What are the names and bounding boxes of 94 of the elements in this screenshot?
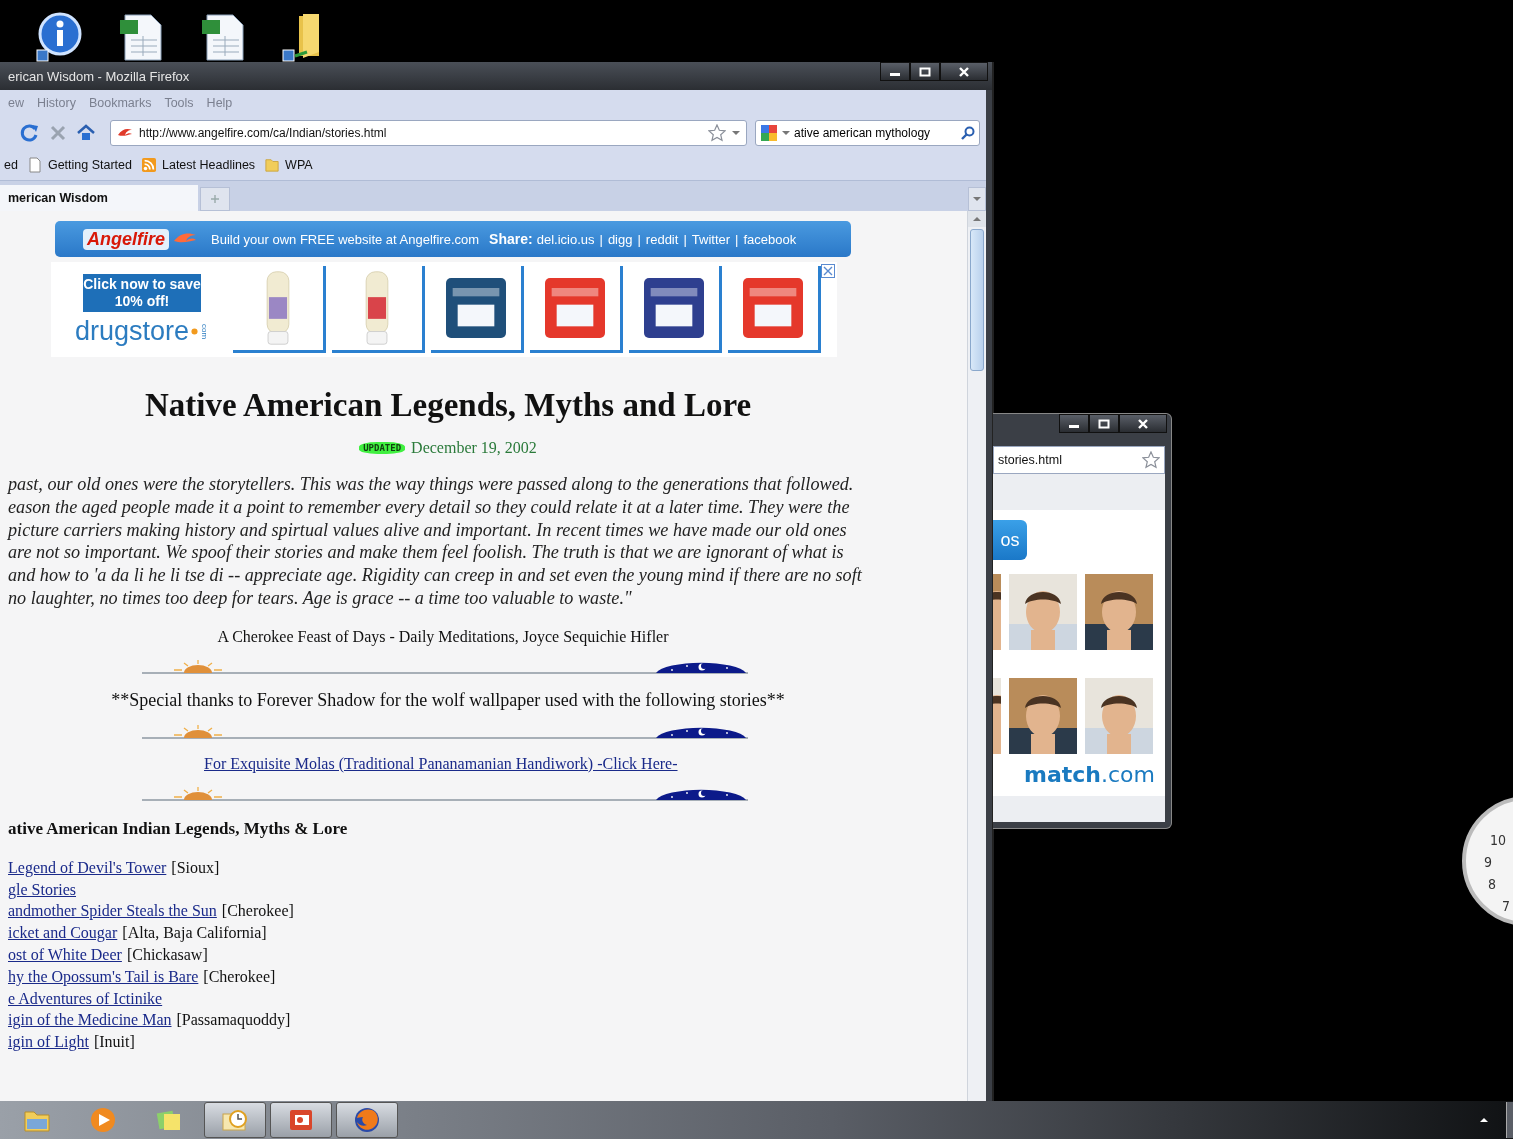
- star-icon[interactable]: [708, 124, 726, 142]
- minimize-icon: [890, 73, 900, 76]
- scroll-up-button[interactable]: [968, 211, 986, 227]
- flame-icon: [117, 127, 133, 139]
- tribe-label: [Cherokee]: [221, 901, 294, 922]
- plus-icon: [210, 194, 220, 204]
- close-button[interactable]: [1119, 414, 1167, 433]
- updated-date: December 19, 2002: [411, 439, 537, 457]
- match-logo[interactable]: match.com: [1024, 762, 1155, 787]
- taskbar-button[interactable]: [336, 1102, 398, 1138]
- window-title: erican Wisdom - Mozilla Firefox: [7, 68, 191, 84]
- maximize-button[interactable]: [1089, 414, 1119, 433]
- google-icon[interactable]: [760, 124, 778, 142]
- address-field[interactable]: stories.html: [993, 446, 1165, 474]
- close-ad-button[interactable]: [821, 264, 835, 278]
- close-icon: [1137, 418, 1149, 429]
- home-icon[interactable]: [76, 123, 96, 143]
- section-heading: ative American Indian Legends, Myths & Lore: [8, 818, 349, 839]
- tribe-label: [Cherokee]: [203, 966, 276, 987]
- minimize-button[interactable]: [1059, 414, 1089, 433]
- banner-text: Build your own FREE website at Angelfire.com: [211, 231, 480, 247]
- browser-tab[interactable]: merican Wisdom: [0, 185, 198, 211]
- caret-up-icon: [973, 216, 981, 222]
- updated-badge: UPDATED: [359, 442, 406, 454]
- caret-icon: [973, 196, 981, 202]
- minimize-button[interactable]: [880, 62, 910, 81]
- story-link[interactable]: andmother Spider Steals the Sun: [8, 900, 217, 923]
- drugstore-logo[interactable]: drugstore: [74, 318, 190, 345]
- close-icon: [958, 66, 970, 77]
- clock-number: 8: [1488, 876, 1496, 892]
- taskbar-button[interactable]: [270, 1102, 332, 1138]
- share-link[interactable]: del.icio.us: [536, 231, 595, 247]
- folder-icon: [265, 157, 280, 173]
- thanks-note: **Special thanks to Forever Shadow for the wolf wallpaper used with the following stories**: [110, 689, 786, 711]
- tribe-label: [Sioux]: [171, 857, 220, 878]
- clock-number: 7: [1502, 898, 1510, 914]
- share-link[interactable]: facebook: [743, 231, 797, 247]
- minimize-icon: [1069, 425, 1079, 428]
- quote-attribution: A Cherokee Feast of Days - Daily Meditations, Joyce Sequichie Hifler: [216, 627, 670, 646]
- bookmark-item[interactable]: ed: [4, 158, 18, 172]
- story-link[interactable]: gle Stories: [8, 878, 76, 901]
- separator: |: [637, 231, 641, 247]
- bookmark-item[interactable]: Getting Started: [27, 157, 132, 173]
- offer-button[interactable]: Click now to save 10% off!: [83, 274, 201, 312]
- search-icon[interactable]: [961, 126, 975, 140]
- maximize-button[interactable]: [910, 62, 940, 81]
- story-link[interactable]: hy the Opossum's Tail is Bare: [8, 965, 199, 988]
- story-link[interactable]: Legend of Devil's Tower: [8, 856, 167, 879]
- bookmark-item[interactable]: Latest Headlines: [142, 157, 256, 173]
- star-icon[interactable]: [1142, 451, 1160, 469]
- dot-icon: [191, 328, 199, 335]
- story-link[interactable]: igin of Light: [8, 1031, 89, 1053]
- photos-button[interactable]: os: [993, 520, 1027, 560]
- show-desktop-button[interactable]: [1506, 1102, 1513, 1138]
- tribe-label: [Chickasaw]: [126, 944, 208, 965]
- share-link[interactable]: Twitter: [691, 231, 731, 247]
- firefox-icon: [353, 1106, 381, 1134]
- share-link[interactable]: digg: [607, 231, 633, 247]
- dropdown-icon[interactable]: [782, 130, 790, 136]
- feed-icon: [142, 157, 156, 173]
- maximize-icon: [1098, 418, 1110, 429]
- story-link[interactable]: igin of the Medicine Man: [8, 1009, 172, 1032]
- separator: |: [683, 231, 687, 247]
- dropdown-icon[interactable]: [732, 130, 740, 136]
- story-link[interactable]: e Adventures of Ictinike: [8, 987, 163, 1010]
- angelfire-logo[interactable]: Angelfire: [83, 228, 169, 250]
- share-link[interactable]: reddit: [645, 231, 679, 247]
- molas-link[interactable]: For Exquisite Molas (Traditional Pananamanian Handiwork) -Click Here-: [204, 754, 678, 773]
- share-label: Share:: [489, 231, 533, 247]
- address-field[interactable]: http://www.angelfire.com/ca/Indian/stories.html: [110, 120, 747, 146]
- story-link[interactable]: ost of White Deer: [8, 943, 122, 966]
- story-link[interactable]: icket and Cougar: [8, 922, 118, 944]
- separator: |: [599, 231, 603, 247]
- quote-paragraph: past, our old ones were the storytellers. This was the way things were passed along to the generations that followed. eason the aged people made it a point to remember every detail so they could relate it at a later time. They were the picture carriers making history and spirtual values alive and important. In recent times we have made our old ones are not so important. We spoof their stories and make them feel foolish. The truth is that we are ignorant of what is and how to 'a da li he li tse di -- appreciate age. Rigidity can creep in and set even the young mind if there are no soft no laughter, no times too deep for tears. Age is grace -- a time too valuable to waste.": [8, 473, 863, 610]
- page-icon: [27, 157, 42, 173]
- bookmark-item[interactable]: WPA: [265, 157, 313, 173]
- tab-list-button[interactable]: [968, 187, 986, 211]
- page-title: Native American Legends, Myths and Lore: [143, 386, 753, 425]
- scroll-thumb[interactable]: [970, 229, 984, 371]
- media-player-icon: [89, 1106, 117, 1134]
- show-hidden-icons-icon[interactable]: [1480, 1117, 1488, 1123]
- close-button[interactable]: [940, 62, 988, 81]
- separator: |: [735, 231, 739, 247]
- scrollbar[interactable]: [967, 211, 986, 1102]
- tribe-label: [Inuit]: [93, 1032, 135, 1053]
- maximize-icon: [919, 66, 931, 77]
- reload-icon[interactable]: [20, 123, 40, 143]
- tribe-label: [Passamaquoddy]: [176, 1010, 291, 1031]
- clock-number: 10: [1490, 832, 1507, 848]
- clock-number: 9: [1484, 854, 1492, 870]
- tribe-label: [Alta, Baja California]: [122, 923, 267, 944]
- domain-suffix: com: [200, 323, 210, 340]
- search-field[interactable]: ative american mythology: [755, 120, 980, 146]
- taskbar-button[interactable]: [204, 1102, 266, 1138]
